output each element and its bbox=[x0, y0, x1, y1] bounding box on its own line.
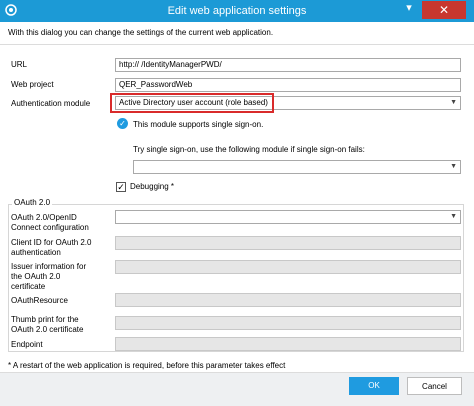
client-id-input[interactable] bbox=[115, 236, 461, 250]
sso-status-text: This module supports single sign-on. bbox=[133, 120, 264, 129]
issuer-label-line: Issuer information for bbox=[11, 262, 87, 271]
restart-note: * A restart of the web application is re… bbox=[8, 361, 286, 370]
connect-config-select[interactable]: ▼ bbox=[115, 210, 461, 224]
minimize-button[interactable]: ▾ bbox=[400, 2, 418, 16]
client-id-label-line: authentication bbox=[11, 248, 61, 257]
endpoint-input[interactable] bbox=[115, 337, 461, 351]
issuer-label-line: certificate bbox=[11, 282, 46, 291]
auth-module-label: Authentication module bbox=[11, 99, 91, 108]
oauth-group-title: OAuth 2.0 bbox=[12, 198, 53, 207]
thumbprint-input[interactable] bbox=[115, 316, 461, 330]
sso-fallback-label: Try single sign-on, use the following mo… bbox=[133, 145, 365, 154]
title-bar: Edit web application settings ▾ ✕ bbox=[0, 0, 474, 22]
resource-input[interactable] bbox=[115, 293, 461, 307]
highlight-box bbox=[110, 93, 274, 113]
close-button[interactable]: ✕ bbox=[422, 1, 466, 19]
check-circle-icon: ✓ bbox=[117, 118, 128, 129]
debugging-label: Debugging * bbox=[130, 182, 175, 191]
dialog-description: With this dialog you can change the sett… bbox=[0, 22, 474, 45]
issuer-label-line: the OAuth 2.0 bbox=[11, 272, 61, 281]
thumbprint-label: Thumb print for the OAuth 2.0 certificat… bbox=[11, 315, 83, 335]
thumbprint-label-line: OAuth 2.0 certificate bbox=[11, 325, 84, 334]
chevron-down-icon: ▼ bbox=[450, 163, 457, 170]
client-id-label-line: Client ID for OAuth 2.0 bbox=[11, 238, 92, 247]
dialog-footer bbox=[0, 372, 474, 406]
chevron-down-icon: ▼ bbox=[450, 99, 457, 106]
url-label: URL bbox=[11, 60, 28, 69]
thumbprint-label-line: Thumb print for the bbox=[11, 315, 79, 324]
endpoint-label: Endpoint bbox=[11, 340, 43, 349]
url-input[interactable]: http:// /IdentityManagerPWD/ bbox=[115, 58, 461, 72]
resource-label: OAuthResource bbox=[11, 296, 68, 305]
chevron-down-icon: ▼ bbox=[450, 213, 457, 220]
web-project-input[interactable]: QER_PasswordWeb bbox=[115, 78, 461, 92]
connect-config-label-line: Connect configuration bbox=[11, 223, 89, 232]
cancel-button[interactable]: Cancel bbox=[407, 377, 462, 395]
connect-config-label: OAuth 2.0/OpenID Connect configuration bbox=[11, 213, 89, 233]
sso-fallback-select[interactable]: ▼ bbox=[133, 160, 461, 174]
web-project-label: Web project bbox=[11, 80, 54, 89]
debugging-checkbox[interactable]: ✓ bbox=[116, 182, 126, 192]
ok-button[interactable]: OK bbox=[349, 377, 399, 395]
description-text: With this dialog you can change the sett… bbox=[8, 28, 274, 37]
issuer-input[interactable] bbox=[115, 260, 461, 274]
client-id-label: Client ID for OAuth 2.0 authentication bbox=[11, 238, 91, 258]
issuer-label: Issuer information for the OAuth 2.0 cer… bbox=[11, 262, 86, 292]
connect-config-label-line: OAuth 2.0/OpenID bbox=[11, 213, 77, 222]
